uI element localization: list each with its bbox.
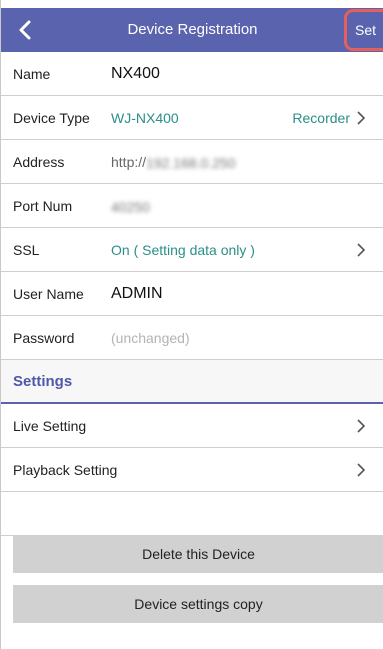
address-row[interactable]: Address http://192.168.0.250 [1,140,383,184]
password-field[interactable]: (unchanged) [111,316,190,360]
playback-setting-row[interactable]: Playback Setting [1,448,383,492]
name-label: Name [13,66,51,82]
settings-section-header: Settings [1,360,383,404]
device-type-label: Device Type [13,110,90,126]
address-field[interactable]: http://192.168.0.250 [111,140,236,185]
ssl-value: On ( Setting data only ) [111,242,255,258]
device-type-value: WJ-NX400 [111,110,179,126]
address-prefix: http:// [111,154,147,170]
device-registration-screen: Device Registration Set Name NX400 Devic… [0,0,383,649]
live-setting-row[interactable]: Live Setting [1,404,383,448]
port-value: 40250 [111,199,150,216]
page-title: Device Registration [127,21,258,38]
address-label: Address [13,154,65,170]
spacer-row [1,492,383,536]
user-name-value[interactable]: ADMIN [111,272,163,316]
name-row[interactable]: Name NX400 [1,52,383,96]
chevron-right-icon [356,243,366,257]
settings-heading: Settings [13,373,73,390]
live-setting-label: Live Setting [13,418,87,434]
header-bar: Device Registration Set [1,8,383,52]
password-row[interactable]: Password (unchanged) [1,316,383,360]
chevron-right-icon [356,111,366,125]
address-value: 192.168.0.250 [146,155,236,172]
chevron-right-icon [356,419,366,433]
device-settings-copy-button[interactable]: Device settings copy [13,585,383,623]
name-value: NX400 [111,65,160,82]
delete-device-button[interactable]: Delete this Device [13,535,383,573]
port-row[interactable]: Port Num 40250 [1,184,383,228]
set-button[interactable]: Set [344,9,383,51]
user-name-row[interactable]: User Name ADMIN [1,272,383,316]
port-label: Port Num [13,198,73,214]
chevron-right-icon [356,463,366,477]
password-label: Password [13,330,75,346]
device-category-value: Recorder [292,110,350,126]
ssl-label: SSL [13,242,40,258]
playback-setting-label: Playback Setting [13,462,118,478]
port-field[interactable]: 40250 [111,184,150,229]
user-name-label: User Name [13,286,84,302]
device-type-row[interactable]: Device Type WJ-NX400 Recorder [1,96,383,140]
ssl-row[interactable]: SSL On ( Setting data only ) [1,228,383,272]
